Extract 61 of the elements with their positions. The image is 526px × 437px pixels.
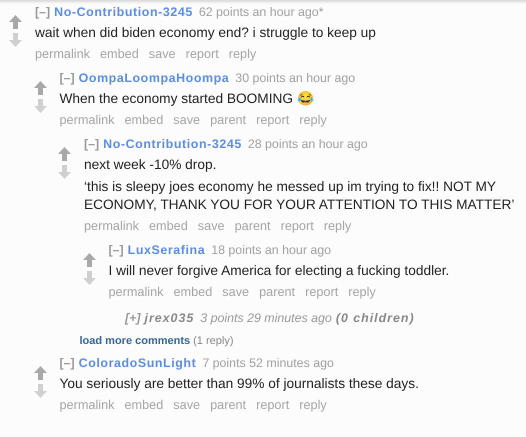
action-link[interactable]: permalink (60, 113, 114, 127)
vote-arrows-icon[interactable] (8, 14, 23, 48)
action-link[interactable]: reply (299, 398, 327, 412)
comment-meta: 18 points an hour ago (211, 243, 332, 257)
action-link[interactable]: embed (174, 285, 212, 299)
comment-meta: 3 points 29 minutes ago (200, 311, 332, 325)
action-link[interactable]: save (222, 285, 250, 299)
action-link[interactable]: parent (234, 219, 271, 233)
comment-meta: 7 points 52 minutes ago (202, 356, 334, 370)
action-link[interactable]: report (305, 285, 338, 299)
comment-meta: 28 points an hour ago (248, 137, 368, 151)
action-link[interactable]: reply (299, 113, 327, 127)
action-link[interactable]: save (198, 219, 225, 233)
expand-toggle[interactable]: [+] (125, 311, 140, 325)
action-link[interactable]: save (173, 398, 200, 412)
action-link[interactable]: permalink (35, 47, 90, 61)
username-link[interactable]: No-Contribution-3245 (54, 5, 193, 19)
action-link[interactable]: reply (228, 47, 256, 61)
action-link[interactable]: report (256, 113, 290, 127)
comment-text: I will never forgive America for electing a fucking toddler. (108, 262, 450, 280)
collapse-toggle[interactable]: [–] (108, 243, 124, 257)
comment-meta: 62 points an hour ago* (198, 5, 324, 19)
action-link[interactable]: save (173, 113, 200, 127)
comment-text: When the economy started BOOMING 😂 (60, 90, 315, 108)
vote-arrows-icon[interactable] (32, 80, 48, 114)
action-link[interactable]: report (280, 219, 314, 233)
action-link[interactable]: permalink (60, 398, 114, 412)
action-link[interactable]: reply (348, 285, 376, 299)
vote-arrows-icon[interactable] (57, 146, 72, 180)
reply-count: (1 reply) (193, 335, 234, 347)
action-link[interactable]: report (186, 47, 219, 61)
action-link[interactable]: reply (324, 219, 352, 233)
action-link[interactable]: embed (124, 398, 164, 412)
action-link[interactable]: permalink (108, 285, 164, 299)
action-link[interactable]: embed (149, 219, 188, 233)
action-link[interactable]: embed (100, 47, 139, 61)
comment-text: wait when did biden economy end? i struggle to keep up (35, 24, 377, 42)
comment-meta: 30 points an hour ago (235, 71, 356, 85)
action-link[interactable]: parent (210, 398, 246, 412)
action-link[interactable]: parent (259, 285, 296, 299)
username-link[interactable]: ColoradoSunLight (78, 356, 196, 370)
action-link[interactable]: parent (210, 113, 246, 127)
collapse-toggle[interactable]: [–] (35, 5, 50, 19)
action-link[interactable]: embed (124, 113, 164, 127)
action-link[interactable]: report (256, 398, 290, 412)
collapse-toggle[interactable]: [–] (60, 356, 75, 370)
vote-arrows-icon[interactable] (32, 365, 48, 399)
load-more-link[interactable]: load more comments (80, 335, 190, 347)
username-link[interactable]: OompaLoompaHoompa (78, 71, 230, 85)
collapse-toggle[interactable]: [–] (60, 71, 75, 85)
username-link[interactable]: No-Contribution-3245 (103, 137, 242, 151)
comment-text: You seriously are better than 99% of journalists these days. (60, 375, 420, 393)
collapse-toggle[interactable]: [–] (84, 137, 100, 151)
action-link[interactable]: save (148, 47, 176, 61)
username-link[interactable]: LuxSerafina (128, 243, 206, 257)
username-link[interactable]: jrex035 (144, 311, 194, 325)
comment-text: ‘this is sleepy joes economy he messed up im trying to fix!! NOT MY ECONOMY, THANK YOU FOR YOUR ATTENTION TO THIS MATTER’ (84, 178, 516, 214)
children-count: (0 children) (336, 311, 415, 325)
vote-arrows-icon[interactable] (82, 252, 96, 286)
comment-text: next week -10% drop. (84, 156, 218, 174)
action-link[interactable]: permalink (84, 219, 139, 233)
